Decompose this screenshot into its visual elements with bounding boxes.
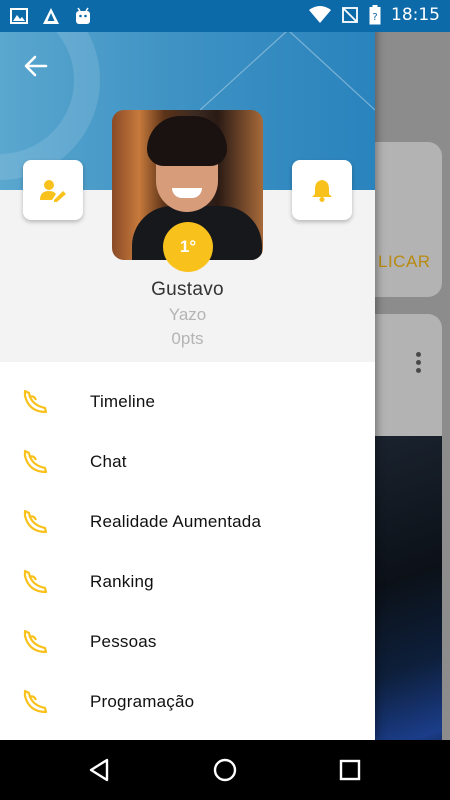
back-triangle-icon[interactable] — [86, 756, 114, 784]
menu-item-label: Ranking — [90, 572, 154, 591]
menu-item-label: Pessoas — [90, 632, 157, 651]
banana-icon — [23, 449, 48, 474]
recents-square-icon[interactable] — [336, 756, 364, 784]
banana-icon — [23, 389, 48, 414]
svg-text:?: ? — [372, 12, 377, 23]
wifi-icon — [309, 6, 331, 23]
battery-icon: ? — [369, 5, 381, 25]
navigation-drawer: 1° Gustavo Yazo 0pts Timeline Chat Reali… — [0, 0, 375, 740]
no-signal-icon — [342, 7, 358, 23]
menu-item-programacao[interactable]: Programação — [0, 672, 375, 732]
home-circle-icon[interactable] — [211, 756, 239, 784]
clock: 18:15 — [391, 5, 440, 25]
menu-item-timeline[interactable]: Timeline — [0, 372, 375, 432]
rank-badge: 1° — [163, 222, 213, 272]
menu-item-pessoas[interactable]: Pessoas — [0, 612, 375, 672]
edit-user-icon — [40, 180, 66, 202]
publicar-button: LICAR — [378, 252, 431, 271]
edit-profile-button[interactable] — [23, 160, 83, 220]
notifications-button[interactable] — [292, 160, 352, 220]
user-points: 0pts — [171, 329, 204, 348]
menu-item-realidade-aumentada[interactable]: Realidade Aumentada — [0, 492, 375, 552]
menu-item-label: Chat — [90, 452, 127, 471]
menu-item-label: Programação — [90, 692, 195, 711]
back-arrow-icon[interactable] — [22, 52, 50, 80]
banana-icon — [23, 569, 48, 594]
warning-a-icon — [43, 8, 59, 24]
banana-icon — [23, 629, 48, 654]
banana-icon — [23, 509, 48, 534]
menu-item-ranking[interactable]: Ranking — [0, 552, 375, 612]
menu-item-label: Realidade Aumentada — [90, 512, 262, 531]
menu-item-label: Timeline — [90, 392, 156, 411]
user-organization: Yazo — [168, 305, 207, 324]
system-navigation-bar — [0, 740, 450, 800]
drawer-menu: Timeline Chat Realidade Aumentada Rankin… — [0, 372, 375, 732]
image-icon — [10, 8, 28, 24]
menu-item-chat[interactable]: Chat — [0, 432, 375, 492]
banana-icon — [23, 689, 48, 714]
more-options-icon — [416, 352, 422, 376]
status-bar: ? 18:15 — [0, 0, 450, 32]
bell-icon — [312, 180, 332, 202]
user-name: Gustavo — [151, 279, 224, 300]
android-icon — [76, 7, 90, 24]
